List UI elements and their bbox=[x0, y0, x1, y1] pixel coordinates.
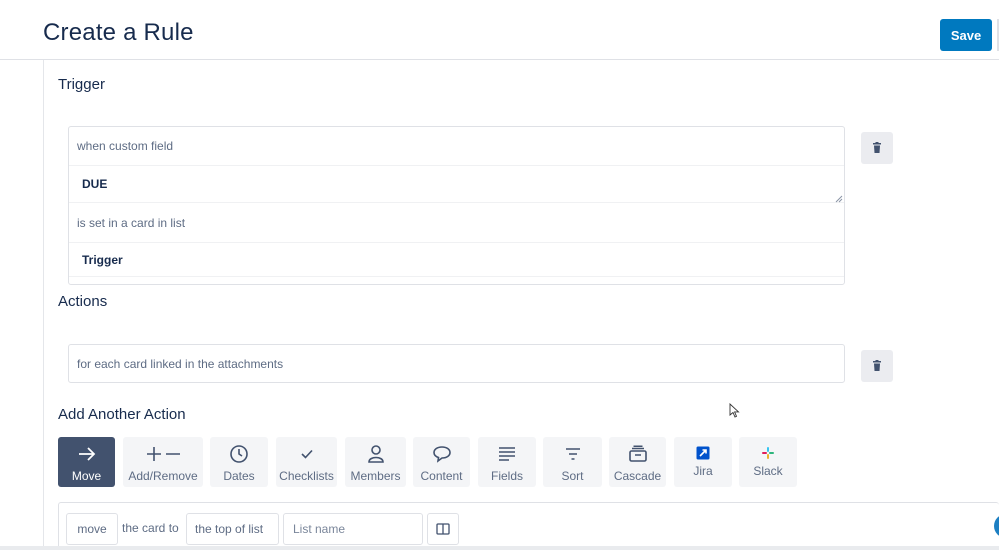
trigger-box[interactable]: when custom field DUE is set in a card i… bbox=[68, 126, 845, 285]
category-label: Dates bbox=[223, 469, 255, 483]
category-move-button[interactable]: Move bbox=[58, 437, 115, 487]
trash-icon bbox=[873, 142, 881, 153]
plus-minus-icon bbox=[147, 447, 180, 461]
trigger-field-name[interactable]: DUE bbox=[69, 166, 844, 203]
category-label: Members bbox=[350, 469, 401, 483]
trigger-section-title: Trigger bbox=[58, 76, 105, 93]
lines-icon bbox=[499, 447, 515, 461]
speech-bubble-icon bbox=[432, 446, 451, 463]
check-icon bbox=[300, 449, 313, 459]
category-checklists-button[interactable]: Checklists bbox=[276, 437, 337, 487]
clock-icon bbox=[230, 445, 248, 463]
resize-grip-icon[interactable] bbox=[835, 195, 843, 203]
person-icon bbox=[367, 445, 384, 463]
board-icon bbox=[436, 523, 450, 535]
category-members-button[interactable]: Members bbox=[345, 437, 406, 487]
action-item[interactable]: for each card linked in the attachments bbox=[68, 344, 845, 383]
trash-icon bbox=[873, 360, 881, 371]
list-name-input[interactable] bbox=[283, 513, 423, 545]
jira-icon bbox=[696, 446, 710, 460]
category-label: Move bbox=[71, 469, 102, 483]
page-title: Create a Rule bbox=[43, 19, 194, 46]
category-label: Jira bbox=[693, 464, 713, 478]
category-sort-button[interactable]: Sort bbox=[543, 437, 602, 487]
delete-trigger-button[interactable] bbox=[861, 132, 893, 164]
category-label: Sort bbox=[561, 469, 584, 483]
category-label: Cascade bbox=[613, 469, 662, 483]
builder-text: the card to bbox=[122, 521, 179, 535]
category-label: Fields bbox=[490, 469, 523, 483]
category-label: Slack bbox=[753, 464, 783, 478]
category-dates-button[interactable]: Dates bbox=[210, 437, 268, 487]
category-slack-button[interactable]: Slack bbox=[739, 437, 797, 487]
actions-section-title: Actions bbox=[58, 293, 108, 310]
trigger-text-list: is set in a card in list bbox=[69, 203, 844, 243]
trigger-list-name[interactable]: Trigger bbox=[69, 243, 844, 277]
category-label: Content bbox=[420, 469, 463, 483]
bottom-scrollbar[interactable] bbox=[0, 546, 999, 550]
arrow-right-icon bbox=[78, 447, 95, 461]
archive-icon bbox=[628, 445, 647, 462]
category-label: Checklists bbox=[279, 469, 334, 483]
filter-icon bbox=[565, 448, 580, 460]
category-add-remove-button[interactable]: Add/Remove bbox=[123, 437, 203, 487]
category-content-button[interactable]: Content bbox=[413, 437, 470, 487]
delete-action-button[interactable] bbox=[861, 350, 893, 382]
move-chip[interactable]: move bbox=[66, 513, 118, 545]
add-action-section-title: Add Another Action bbox=[58, 406, 186, 423]
mouse-cursor-icon bbox=[729, 403, 740, 418]
save-button[interactable]: Save bbox=[940, 19, 992, 51]
board-picker-button[interactable] bbox=[427, 513, 459, 545]
slack-icon bbox=[762, 447, 774, 459]
category-label: Add/Remove bbox=[128, 469, 198, 483]
category-cascade-button[interactable]: Cascade bbox=[609, 437, 666, 487]
category-jira-button[interactable]: Jira bbox=[674, 437, 732, 487]
position-chip[interactable]: the top of list bbox=[186, 513, 279, 545]
trigger-text-when: when custom field bbox=[69, 127, 844, 166]
category-fields-button[interactable]: Fields bbox=[478, 437, 536, 487]
